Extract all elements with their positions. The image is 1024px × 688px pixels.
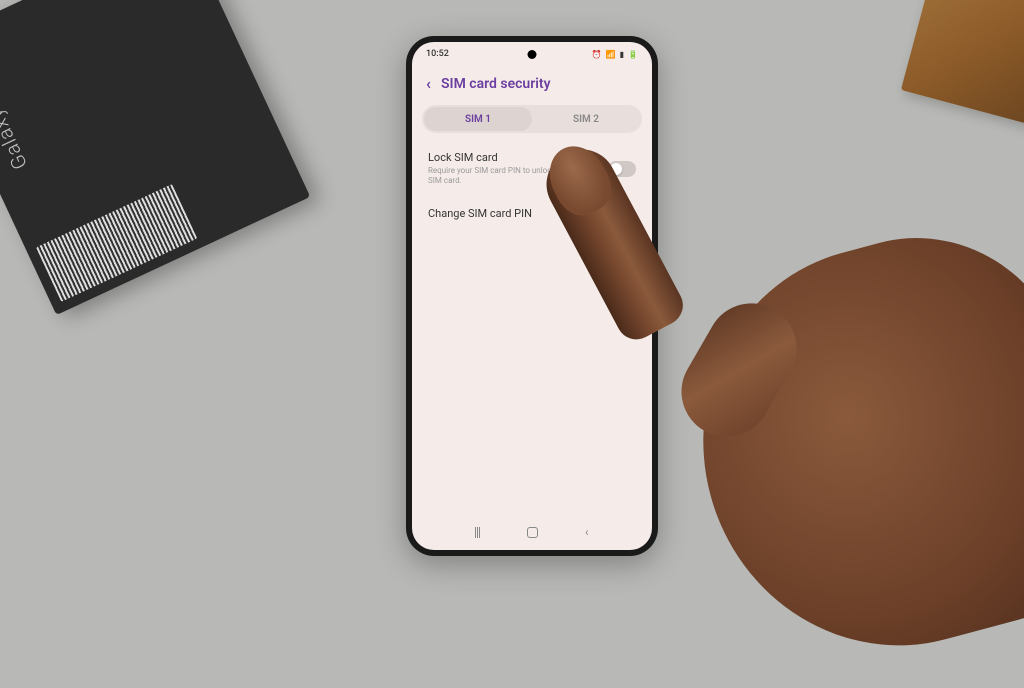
- tab-sim1[interactable]: SIM 1: [424, 107, 532, 131]
- signal-icon: ▮: [620, 50, 624, 59]
- status-time: 10:52: [426, 49, 449, 59]
- palm: [659, 204, 1024, 688]
- wooden-block: [901, 0, 1024, 126]
- alarm-icon: ⏰: [592, 50, 602, 59]
- page-title: SIM card security: [441, 76, 551, 92]
- battery-icon: 🔋: [628, 50, 638, 59]
- app-header: ‹ SIM card security: [412, 66, 652, 97]
- product-box: Galaxy S25 Ultra: [0, 0, 310, 315]
- barcode: [36, 184, 197, 302]
- human-hand: [564, 120, 1024, 576]
- nav-recent-icon[interactable]: [475, 527, 480, 538]
- nav-home-icon[interactable]: [527, 527, 538, 538]
- back-icon[interactable]: ‹: [426, 74, 431, 93]
- product-box-label: Galaxy S25 Ultra: [0, 18, 32, 173]
- camera-hole: [528, 50, 537, 59]
- status-icons: ⏰ 📶 ▮ 🔋: [592, 50, 638, 59]
- wifi-icon: 📶: [606, 50, 616, 59]
